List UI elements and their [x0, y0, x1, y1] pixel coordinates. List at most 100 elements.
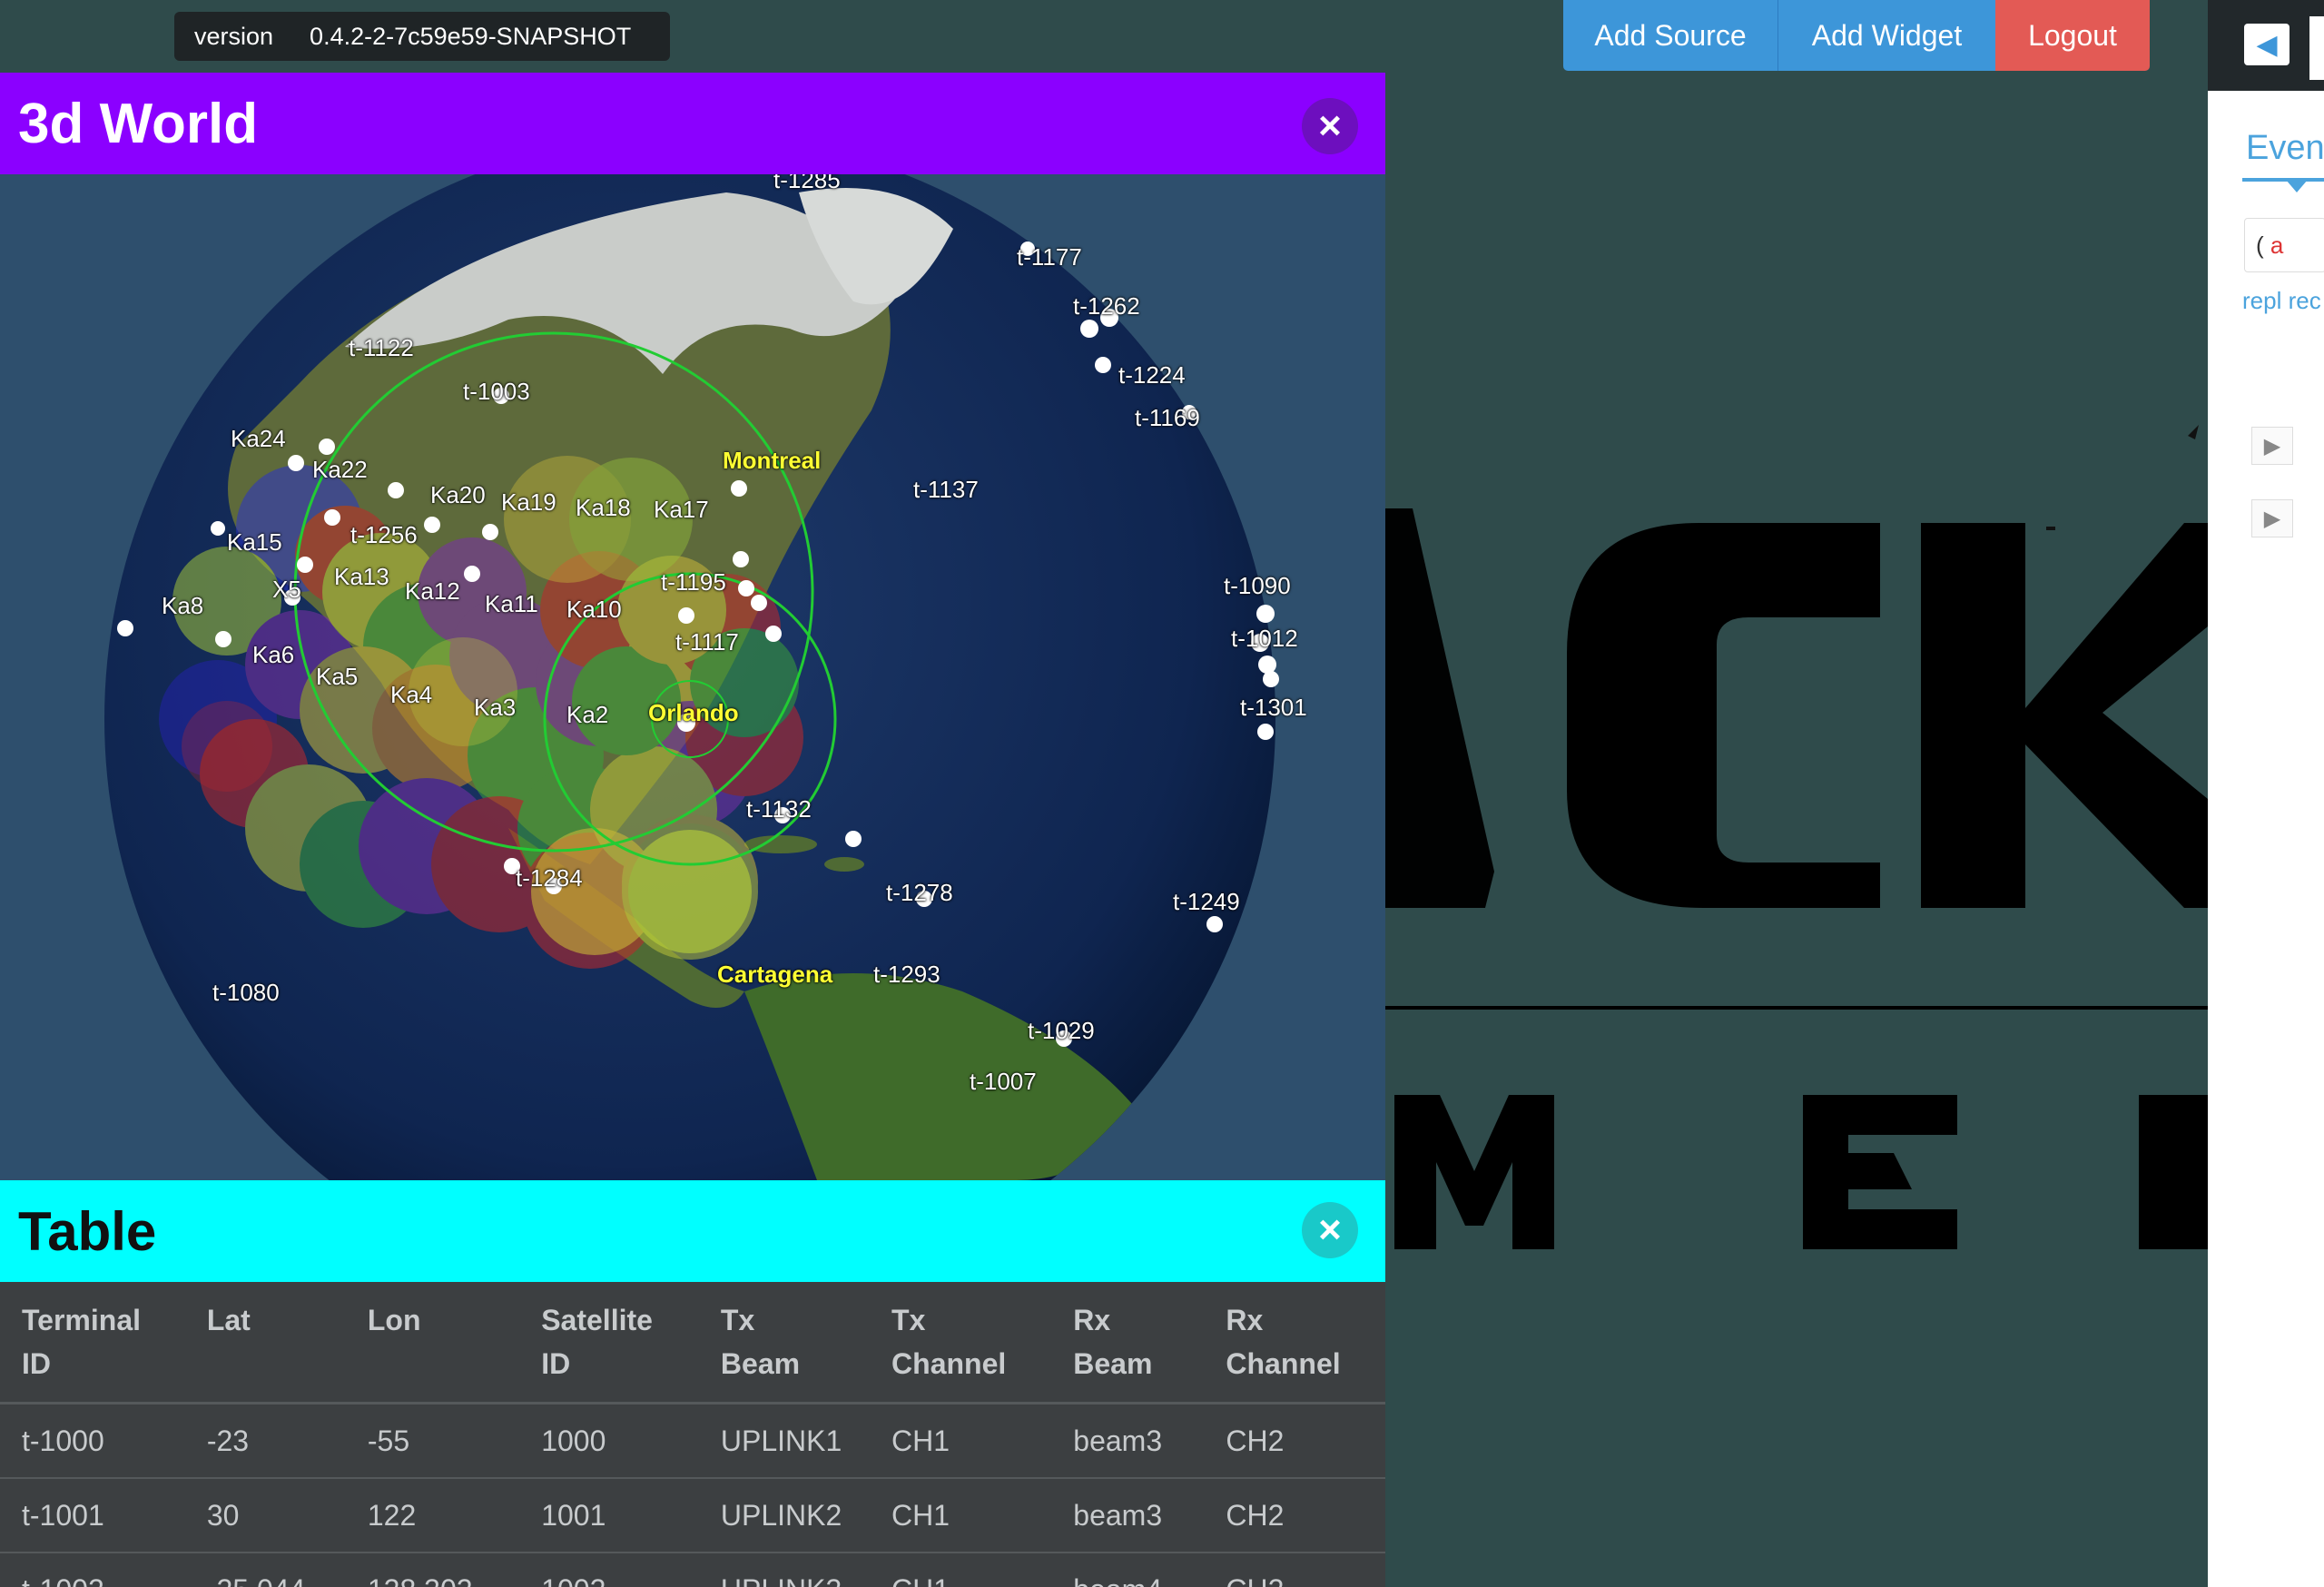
terminal-label[interactable]: t-1293 — [873, 961, 940, 989]
terminal-label[interactable]: t-1256 — [350, 521, 418, 549]
table-cell: beam4 — [1051, 1552, 1205, 1587]
terminal-label[interactable]: t-1132 — [746, 795, 812, 823]
table-cell: UPLINK2 — [698, 1478, 871, 1553]
terminal-label[interactable]: t-1301 — [1240, 694, 1307, 722]
terminal-label[interactable]: t-1262 — [1073, 292, 1140, 320]
logout-button[interactable]: Logout — [1995, 0, 2150, 71]
table-cell: CH2 — [1204, 1403, 1385, 1479]
city-label[interactable]: Cartagena — [717, 961, 832, 989]
terminal-label[interactable]: t-1137 — [913, 476, 979, 504]
beam-label[interactable]: Ka18 — [576, 494, 631, 522]
tab-events[interactable]: Even — [2246, 129, 2324, 168]
column-header[interactable]: Rx Beam — [1051, 1282, 1205, 1405]
column-header[interactable]: Lon — [345, 1282, 520, 1405]
terminal-label[interactable]: t-1285 — [773, 174, 841, 194]
play-icon[interactable]: ▶ — [2251, 427, 2293, 465]
beam-label[interactable]: Ka19 — [501, 488, 556, 517]
terminal-label[interactable]: t-1284 — [516, 864, 583, 892]
beam-label[interactable]: Ka10 — [566, 596, 622, 624]
collapse-left-icon[interactable]: ◀ — [2244, 24, 2290, 65]
table-cell: t-1001 — [0, 1478, 185, 1553]
city-label[interactable]: Orlando — [648, 699, 739, 727]
add-source-button[interactable]: Add Source — [1563, 0, 1777, 71]
terminal-label[interactable]: t-1278 — [886, 879, 953, 907]
beam-label[interactable]: Ka20 — [430, 481, 486, 509]
table-widget-header: Table × — [0, 1180, 1385, 1282]
terminal-label[interactable]: t-1195 — [661, 568, 726, 596]
repl-link[interactable]: repl rec — [2242, 287, 2321, 315]
add-widget-button[interactable]: Add Widget — [1777, 0, 1995, 71]
version-badge: version 0.4.2-2-7c59e59-SNAPSHOT — [174, 12, 670, 61]
beam-label[interactable]: Ka11 — [485, 590, 538, 618]
background-logo — [1385, 73, 2208, 1587]
beam-label[interactable]: Ka15 — [227, 528, 282, 557]
column-header-line: Beam — [1073, 1347, 1153, 1380]
terminal-label[interactable]: t-1122 — [349, 334, 414, 362]
table-row[interactable]: t-1001 30 122 1001 UPLINK2 CH1 beam3 CH2 — [0, 1478, 1385, 1553]
beam-label[interactable]: Ka8 — [162, 592, 203, 620]
terminal-label[interactable]: t-1029 — [1028, 1017, 1095, 1045]
table-cell: 122 — [345, 1478, 520, 1553]
beam-label[interactable]: Ka22 — [312, 456, 368, 484]
panel-edge — [2309, 16, 2324, 80]
tab-caret — [2286, 180, 2308, 192]
column-header[interactable]: Lat — [184, 1282, 346, 1405]
terminal-label[interactable]: t-1090 — [1224, 572, 1291, 600]
terminal-label[interactable]: t-1169 — [1135, 404, 1200, 432]
terminal-label[interactable]: t-1012 — [1231, 625, 1298, 653]
column-header[interactable]: Satellite ID — [519, 1282, 699, 1405]
column-header-line: Tx — [720, 1304, 755, 1336]
terminal-label[interactable]: t-1177 — [1017, 243, 1082, 271]
column-header-line: Beam — [720, 1347, 801, 1380]
beam-label[interactable]: Ka6 — [252, 641, 294, 669]
filter-input[interactable]: ( a — [2244, 218, 2324, 272]
globe-view[interactable]: t-1285 t-1177 t-1262 t-1224 t-1169 t-1122 t-10… — [0, 174, 1385, 1180]
close-icon[interactable]: × — [1302, 98, 1358, 154]
terminal-label[interactable]: t-1007 — [970, 1068, 1037, 1096]
column-header-line: Rx — [1226, 1304, 1264, 1336]
column-header[interactable]: Terminal ID — [0, 1282, 185, 1405]
column-header[interactable]: Tx Beam — [698, 1282, 871, 1405]
column-header-line: Satellite — [541, 1304, 653, 1336]
column-header[interactable]: Tx Channel — [870, 1282, 1052, 1405]
table-cell: t-1002 — [0, 1552, 185, 1587]
terminal-label[interactable]: t-1080 — [212, 979, 280, 1007]
terminal-label[interactable]: t-1249 — [1173, 888, 1240, 916]
terminal-table: Terminal ID Lat Lon Satellite ID Tx Beam Tx Cha… — [0, 1282, 1385, 1587]
column-header-line: ID — [22, 1347, 51, 1380]
beam-label[interactable]: Ka3 — [474, 694, 516, 722]
table-cell: 1002 — [519, 1552, 699, 1587]
beam-label[interactable]: Ka12 — [405, 577, 460, 606]
beam-label[interactable]: Ka17 — [654, 496, 709, 524]
beam-label[interactable]: Ka4 — [390, 681, 432, 709]
close-icon[interactable]: × — [1302, 1202, 1358, 1258]
filter-open: ( — [2256, 231, 2264, 259]
table-cell: 1000 — [519, 1403, 699, 1479]
column-header-line: Channel — [1226, 1347, 1341, 1380]
table-cell: CH2 — [1204, 1552, 1385, 1587]
terminal-label[interactable]: t-1003 — [463, 378, 530, 406]
version-label: version — [194, 22, 274, 50]
right-panel: ◀ Even ( a repl rec ▶ ▶ — [2208, 0, 2324, 1587]
right-panel-toolbar: ◀ — [2208, 0, 2324, 91]
beam-label[interactable]: Ka13 — [334, 563, 389, 591]
beam-label[interactable]: Ka2 — [566, 701, 608, 729]
table-row[interactable]: t-1000 -23 -55 1000 UPLINK1 CH1 beam3 CH2 — [0, 1403, 1385, 1479]
table-cell: CH1 — [870, 1478, 1052, 1553]
terminal-label[interactable]: t-1224 — [1118, 361, 1186, 389]
city-label[interactable]: Montreal — [723, 447, 821, 475]
terminal-label[interactable]: t-1117 — [675, 628, 739, 656]
version-value: 0.4.2-2-7c59e59-SNAPSHOT — [310, 22, 632, 50]
beam-label[interactable]: Ka5 — [316, 663, 358, 691]
column-header[interactable]: Rx Channel — [1204, 1282, 1385, 1405]
table-cell: UPLINK3 — [698, 1552, 871, 1587]
table-row[interactable]: t-1002-25.044128.3021002UPLINK3CH1beam4C… — [0, 1552, 1385, 1587]
table-cell: -55 — [345, 1403, 520, 1479]
table-cell: CH2 — [1204, 1478, 1385, 1553]
column-header-line: Rx — [1073, 1304, 1111, 1336]
play-icon[interactable]: ▶ — [2251, 499, 2293, 537]
beam-label[interactable]: X5 — [272, 576, 301, 604]
world-widget-title: 3d World — [18, 92, 259, 155]
beam-label[interactable]: Ka24 — [231, 425, 286, 453]
filter-char: a — [2270, 231, 2284, 259]
